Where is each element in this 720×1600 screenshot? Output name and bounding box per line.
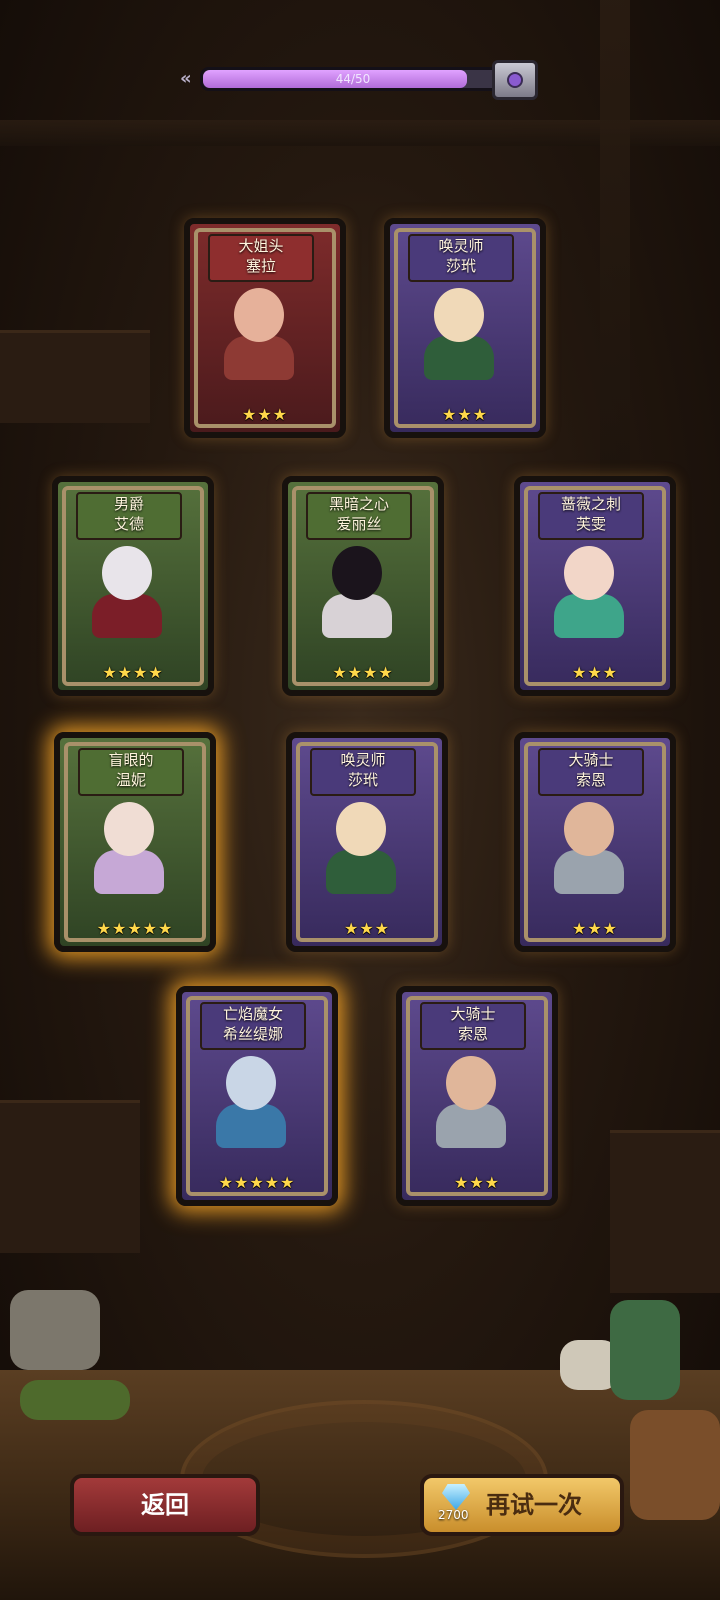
retry-cost: 2700 [438,1508,469,1522]
star-rating: ★★★ [241,405,289,424]
card-title-banner: 大骑士 索恩 [538,748,644,796]
reward-chest-icon[interactable] [492,60,538,100]
star-rating: ★★★★★ [218,1173,296,1192]
card-title-line1: 黑暗之心 [328,495,389,513]
star-rating: ★★★★★ [96,919,174,938]
card-title-line1: 大骑士 [568,751,614,769]
side-cabinet [610,1130,720,1293]
card-title-banner: 男爵 艾德 [76,492,182,540]
hero-card[interactable]: 盲眼的温妮 ★★★★★ [54,732,216,952]
bottle-prop [20,1380,130,1420]
hero-card[interactable]: 蔷薇之刺芙雯 ★★★ [514,476,676,696]
hero-card[interactable]: 唤灵师莎玳 ★★★ [286,732,448,952]
card-hero-name: 莎玳 [347,771,378,789]
hero-card[interactable]: 亡焰魔女希丝缇娜 ★★★★★ [176,986,338,1206]
back-button-label: 返回 [141,1491,189,1519]
star-rating: ★★★ [441,405,489,424]
card-hero-name: 希丝缇娜 [222,1025,283,1043]
knight-portrait [434,1056,508,1148]
mug-prop [630,1410,720,1520]
hero-card[interactable]: 黑暗之心爱丽丝 ★★★★ [282,476,444,696]
progress-track: 44/50 [200,67,506,91]
card-title-banner: 蔷薇之刺 芙雯 [538,492,644,540]
card-title-line1: 大姐头 [238,237,284,255]
hero-card[interactable]: 大姐头塞拉 ★★★ [184,218,346,438]
card-hero-name: 温妮 [115,771,146,789]
summon-progress: « 44/50 [180,60,540,100]
retry-button[interactable]: 2700 再试一次 [420,1474,624,1536]
card-hero-name: 塞拉 [245,257,276,275]
star-rating: ★★★★ [332,663,394,682]
card-hero-name: 爱丽丝 [336,515,382,533]
card-title-line1: 盲眼的 [108,751,154,769]
necromancer-portrait [324,802,398,894]
back-button[interactable]: 返回 [70,1474,260,1536]
card-title-line1: 大骑士 [450,1005,496,1023]
star-rating: ★★★ [571,663,619,682]
dark-heart-portrait [320,546,394,638]
star-rating: ★★★★ [102,663,164,682]
card-title-line1: 亡焰魔女 [222,1005,283,1023]
warrior-portrait [222,288,296,380]
necromancer-portrait [422,288,496,380]
retry-button-label: 再试一次 [486,1491,582,1519]
hero-card[interactable]: 大骑士索恩 ★★★ [514,732,676,952]
card-hero-name: 索恩 [457,1025,488,1043]
star-rating: ★★★ [343,919,391,938]
card-title-line1: 唤灵师 [438,237,484,255]
card-title-line1: 唤灵师 [340,751,386,769]
card-title-banner: 唤灵师 莎玳 [408,234,514,282]
witch-portrait [214,1056,288,1148]
card-title-banner: 盲眼的 温妮 [78,748,184,796]
star-rating: ★★★ [453,1173,501,1192]
progress-text: 44/50 [335,72,371,86]
hero-card[interactable]: 大骑士索恩 ★★★ [396,986,558,1206]
card-title-line1: 蔷薇之刺 [560,495,621,513]
card-title-banner: 黑暗之心 爱丽丝 [306,492,412,540]
wooden-pillar [600,0,630,520]
card-title-banner: 亡焰魔女 希丝缇娜 [200,1002,306,1050]
rose-thorn-portrait [552,546,626,638]
star-rating: ★★★ [571,919,619,938]
vampire-portrait [90,546,164,638]
candles-prop [10,1290,100,1370]
barrel-stack [0,1100,140,1253]
back-shelf [0,330,150,423]
card-hero-name: 莎玳 [445,257,476,275]
card-title-line1: 男爵 [113,495,144,513]
card-title-banner: 大姐头 塞拉 [208,234,314,282]
card-hero-name: 索恩 [575,771,606,789]
card-hero-name: 芙雯 [575,515,606,533]
diamond-icon [442,1484,470,1510]
card-hero-name: 艾德 [113,515,144,533]
knight-portrait [552,802,626,894]
card-title-banner: 大骑士 索恩 [420,1002,526,1050]
green-bottle-prop [610,1300,680,1400]
hero-card[interactable]: 唤灵师莎玳 ★★★ [384,218,546,438]
hero-card[interactable]: 男爵艾德 ★★★★ [52,476,214,696]
blind-girl-portrait [92,802,166,894]
double-chevron-left-icon: « [180,68,192,89]
card-title-banner: 唤灵师 莎玳 [310,748,416,796]
